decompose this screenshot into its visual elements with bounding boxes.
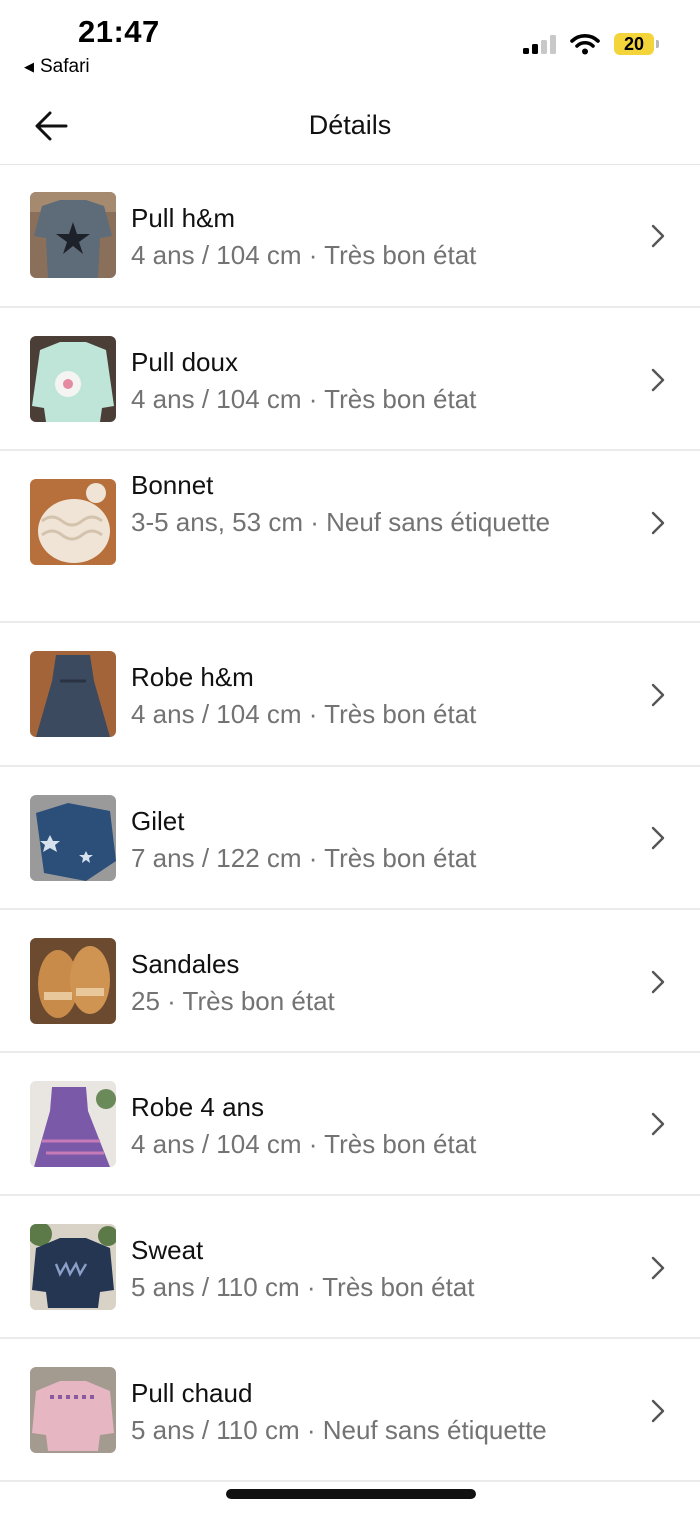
item-title: Robe 4 ans — [131, 1092, 264, 1122]
item-list: Pull h&m 4 ans / 104 cm · Très bon état … — [0, 165, 700, 1482]
status-icons: 20 — [523, 33, 659, 55]
page-title: Détails — [308, 110, 392, 140]
chevron-right-icon — [651, 1399, 665, 1423]
status-bar: 21:47 ◀ Safari 20 — [0, 0, 700, 90]
list-item[interactable]: Bonnet 3-5 ans, 53 cm · Neuf sans étique… — [0, 451, 700, 623]
item-title: Pull chaud — [131, 1378, 253, 1408]
list-item[interactable]: Gilet 7 ans / 122 cm · Très bon état — [0, 767, 700, 910]
item-details: 3-5 ans, 53 cm · Neuf sans étiquette — [131, 507, 551, 537]
cellular-signal-icon — [523, 34, 556, 54]
item-details: 7 ans / 122 cm · Très bon état — [131, 843, 477, 873]
status-time: 21:47 — [78, 14, 160, 49]
item-title: Sweat — [131, 1235, 204, 1265]
item-title: Robe h&m — [131, 662, 254, 692]
item-details: 25 · Très bon état — [131, 986, 335, 1016]
item-photo — [30, 479, 116, 565]
list-item[interactable]: Sweat 5 ans / 110 cm · Très bon état — [0, 1196, 700, 1339]
nav-header: Détails — [0, 90, 700, 165]
home-indicator[interactable] — [226, 1489, 476, 1499]
chevron-right-icon — [651, 826, 665, 850]
chevron-right-icon — [651, 224, 665, 248]
item-title: Pull h&m — [131, 203, 236, 233]
item-title: Bonnet — [131, 470, 214, 500]
chevron-right-icon — [651, 1256, 665, 1280]
list-item[interactable]: Pull doux 4 ans / 104 cm · Très bon état — [0, 308, 700, 451]
item-details: 4 ans / 104 cm · Très bon état — [131, 384, 477, 414]
item-photo — [30, 938, 116, 1024]
wifi-icon — [570, 34, 600, 55]
item-photo — [30, 1367, 116, 1453]
item-details: 5 ans / 110 cm · Neuf sans étiquette — [131, 1415, 547, 1445]
item-details: 4 ans / 104 cm · Très bon état — [131, 1129, 477, 1159]
battery-icon: 20 — [614, 33, 659, 55]
battery-level: 20 — [623, 33, 645, 54]
back-triangle-icon: ◀ — [24, 59, 34, 74]
list-item[interactable]: Robe 4 ans 4 ans / 104 cm · Très bon éta… — [0, 1053, 700, 1196]
item-photo — [30, 651, 116, 737]
list-item[interactable]: Pull chaud 5 ans / 110 cm · Neuf sans ét… — [0, 1339, 700, 1482]
back-app-label: Safari — [40, 56, 90, 77]
item-photo — [30, 795, 116, 881]
item-photo — [30, 336, 116, 422]
item-photo — [30, 1224, 116, 1310]
list-item[interactable]: Pull h&m 4 ans / 104 cm · Très bon état — [0, 165, 700, 308]
list-item[interactable]: Sandales 25 · Très bon état — [0, 910, 700, 1053]
item-details: 4 ans / 104 cm · Très bon état — [131, 699, 477, 729]
back-to-app-link[interactable]: ◀ Safari — [24, 56, 90, 78]
chevron-right-icon — [651, 511, 665, 535]
item-title: Sandales — [131, 949, 240, 979]
item-details: 5 ans / 110 cm · Très bon état — [131, 1272, 475, 1302]
item-photo — [30, 1081, 116, 1167]
item-photo — [30, 192, 116, 278]
chevron-right-icon — [651, 368, 665, 392]
item-title: Gilet — [131, 806, 185, 836]
list-item[interactable]: Robe h&m 4 ans / 104 cm · Très bon état — [0, 623, 700, 767]
chevron-right-icon — [651, 1112, 665, 1136]
chevron-right-icon — [651, 683, 665, 707]
chevron-right-icon — [651, 970, 665, 994]
item-details: 4 ans / 104 cm · Très bon état — [131, 240, 477, 270]
item-title: Pull doux — [131, 347, 238, 377]
